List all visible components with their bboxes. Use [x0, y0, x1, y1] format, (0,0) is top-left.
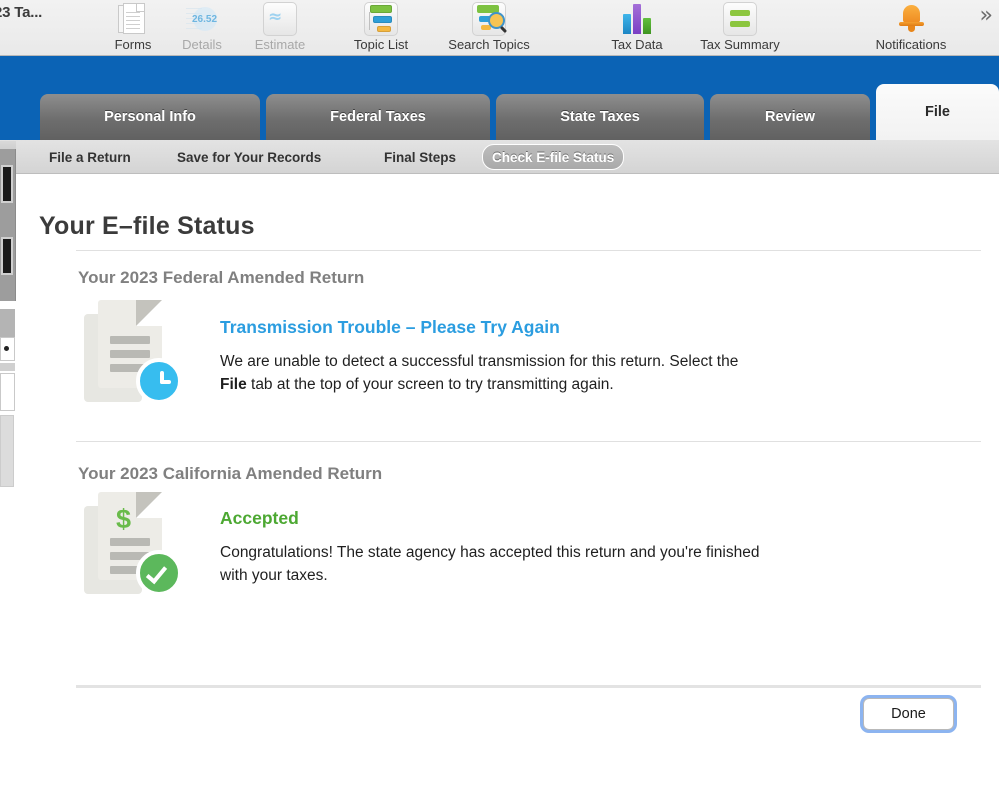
topic-list-icon — [364, 2, 398, 36]
subnav-item-final-steps[interactable]: Final Steps — [375, 146, 465, 168]
section-heading-federal: Your 2023 Federal Amended Return — [78, 268, 365, 287]
toolbar-button-topic-list[interactable]: Topic List — [326, 2, 436, 52]
subnav-item-file-a-return[interactable]: File a Return — [40, 146, 140, 168]
status-body-bold: File — [220, 375, 247, 393]
tab-label: State Taxes — [560, 109, 640, 125]
toolbar-button-estimate[interactable]: ≈ Estimate — [225, 2, 335, 52]
subnav-item-check-efile-status[interactable]: Check E-file Status — [482, 144, 625, 170]
status-body-text-part2: tab at the top of your screen to try tra… — [246, 375, 614, 393]
document-dollar-check-icon: $ — [84, 492, 190, 602]
toolbar-button-tax-summary[interactable]: Tax Summary — [685, 2, 795, 52]
bar-chart-icon — [620, 2, 654, 36]
subnav-label: File a Return — [49, 149, 131, 165]
status-title-california: Accepted — [220, 508, 299, 528]
window-title: 23 Ta... — [0, 4, 43, 21]
divider — [76, 685, 981, 688]
status-body-text-part1: Congratulations! The state agency has ac… — [220, 544, 760, 584]
toolbar-button-tax-data[interactable]: Tax Data — [582, 2, 692, 52]
status-body-federal: We are unable to detect a successful tra… — [220, 351, 755, 397]
toolbar: 23 Ta... Forms 26.52 Det — [0, 0, 999, 56]
tab-file[interactable]: File — [876, 84, 999, 140]
bell-icon — [894, 2, 928, 36]
application-window: 23 Ta... Forms 26.52 Det — [0, 0, 999, 797]
done-button[interactable]: Done — [863, 698, 954, 730]
subnav-item-save-for-your-records[interactable]: Save for Your Records — [168, 146, 330, 168]
toolbar-label: Tax Data — [611, 37, 663, 52]
subnav-label: Final Steps — [384, 149, 457, 165]
sub-navigation: File a Return Save for Your Records Fina… — [0, 140, 999, 174]
status-body-california: Congratulations! The state agency has ac… — [220, 542, 770, 588]
background-thumbnail — [1, 165, 13, 203]
toolbar-label: Tax Summary — [700, 37, 780, 52]
background-window-strip — [0, 141, 18, 491]
check-badge-icon — [136, 550, 182, 596]
section-heading-california: Your 2023 California Amended Return — [78, 464, 383, 483]
tab-review[interactable]: Review — [710, 94, 870, 140]
tab-state-taxes[interactable]: State Taxes — [496, 94, 704, 140]
clock-badge-icon — [136, 358, 182, 404]
divider — [76, 441, 981, 442]
tab-label: File — [925, 104, 950, 120]
toolbar-label: Notifications — [875, 37, 947, 52]
done-button-label: Done — [891, 706, 926, 722]
search-topics-icon — [472, 2, 506, 36]
main-tab-bar: Personal Info Federal Taxes State Taxes … — [0, 56, 999, 140]
chevron-double-right-icon[interactable]: » — [980, 5, 993, 27]
toolbar-button-search-topics[interactable]: Search Topics — [434, 2, 544, 52]
toolbar-label: Details — [182, 37, 222, 52]
toolbar-label: Estimate — [254, 37, 306, 52]
status-body-text-part1: We are unable to detect a successful tra… — [220, 353, 739, 370]
tab-label: Federal Taxes — [330, 109, 426, 125]
toolbar-label: Topic List — [353, 37, 409, 52]
toolbar-button-notifications[interactable]: Notifications — [856, 2, 966, 52]
tab-personal-info[interactable]: Personal Info — [40, 94, 260, 140]
divider — [76, 250, 981, 251]
status-title-federal: Transmission Trouble – Please Try Again — [220, 317, 560, 337]
details-icon: 26.52 — [185, 2, 219, 36]
forms-icon — [116, 2, 150, 36]
estimate-icon: ≈ — [263, 2, 297, 36]
efile-status-panel: Your E–file Status Your 2023 Federal Ame… — [18, 174, 999, 797]
document-clock-icon — [84, 300, 190, 410]
subnav-label: Save for Your Records — [177, 149, 322, 165]
page-title: Your E–file Status — [39, 212, 255, 240]
toolbar-label: Forms — [114, 37, 152, 52]
tab-label: Personal Info — [104, 109, 196, 125]
tab-federal-taxes[interactable]: Federal Taxes — [266, 94, 490, 140]
subnav-label: Check E-file Status — [492, 149, 615, 165]
background-thumbnail — [1, 237, 13, 275]
summary-icon — [723, 2, 757, 36]
tab-label: Review — [765, 109, 815, 125]
toolbar-label: Search Topics — [448, 37, 530, 52]
